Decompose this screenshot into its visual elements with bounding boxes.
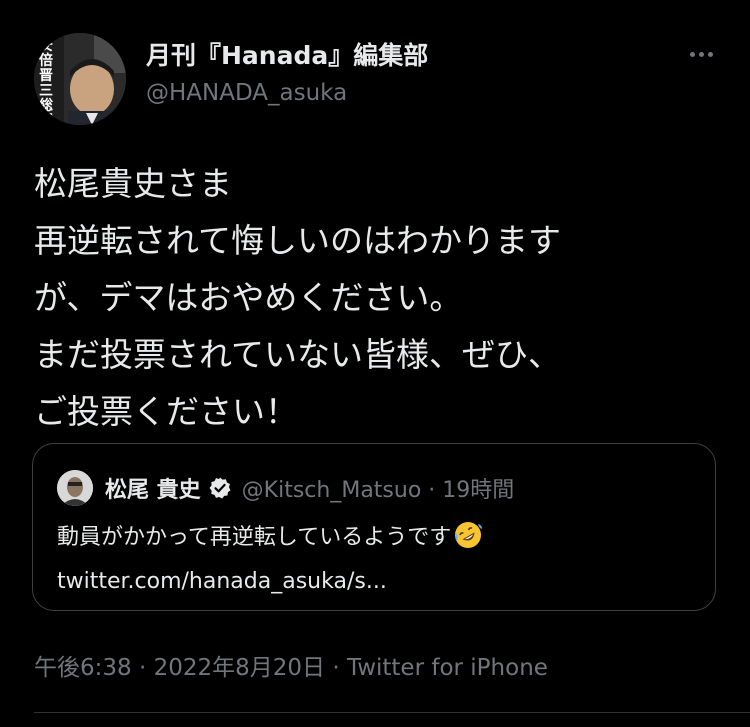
- more-dot: [698, 51, 704, 57]
- author-display-name[interactable]: 月刊『Hanada』編集部: [146, 36, 428, 72]
- tweet-text-line: まだ投票されていない皆様、ぜひ、: [34, 335, 562, 374]
- quoted-author-avatar[interactable]: [57, 470, 93, 506]
- quoted-avatar-image: [57, 470, 93, 506]
- quoted-tweet-text: 動員がかかって再逆転しているようです: [57, 525, 452, 550]
- quoted-tweet-header: 松尾 貴史 @Kitsch_Matsuo · 19時間: [105, 470, 514, 506]
- more-options-icon[interactable]: [683, 44, 719, 64]
- quoted-tweet-card[interactable]: 松尾 貴史 @Kitsch_Matsuo · 19時間 動員がかかって再逆転して…: [32, 443, 716, 611]
- author-avatar[interactable]: 安倍晋三総理大特集: [34, 33, 126, 125]
- quoted-tweet-body: 動員がかかって再逆転しているようです twitter.com/hanada_as…: [57, 516, 483, 604]
- tweet-text-line: ご投票ください！: [34, 392, 298, 431]
- more-dot: [707, 51, 713, 57]
- tweet-timestamp[interactable]: 午後6:38 · 2022年8月20日 · Twitter for iPhone: [34, 648, 548, 682]
- tweet-text: 松尾貴史さま 再逆転されて悔しいのはわかります が、デマはおやめください。 まだ…: [34, 155, 724, 440]
- quoted-author-name[interactable]: 松尾 貴史: [105, 472, 201, 504]
- quoted-tweet-link[interactable]: twitter.com/hanada_asuka/s...: [57, 560, 483, 604]
- more-dot: [689, 51, 695, 57]
- tweet-text-line: が、デマはおやめください。: [34, 278, 463, 317]
- tweet-text-line: 松尾貴史さま: [34, 164, 232, 203]
- verified-badge-icon: [209, 477, 231, 499]
- quoted-tweet-meta: @Kitsch_Matsuo · 19時間: [241, 478, 515, 503]
- tweet-text-line: 再逆転されて悔しいのはわかります: [34, 221, 562, 260]
- quoted-tweet-text-line: 動員がかかって再逆転しているようです: [57, 516, 483, 560]
- rolling-on-floor-laughing-emoji: [455, 522, 483, 548]
- author-handle[interactable]: @HANADA_asuka: [146, 80, 347, 106]
- divider: [34, 712, 750, 713]
- avatar-caption: 安倍晋三総理大特集: [39, 38, 53, 126]
